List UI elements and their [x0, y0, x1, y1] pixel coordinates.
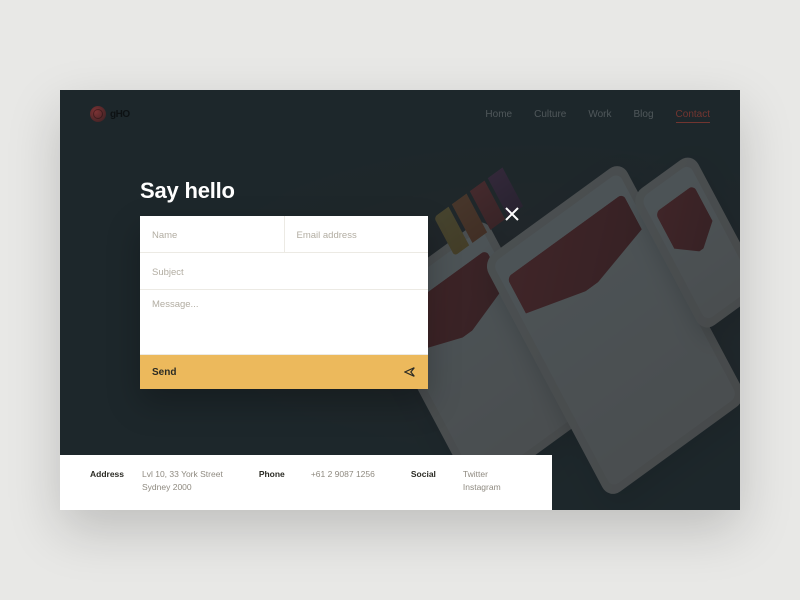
top-nav: gHO Home Culture Work Blog Contact — [60, 106, 740, 122]
footer-phone: Phone +61 2 9087 1256 — [259, 469, 375, 492]
logo-mark-icon — [90, 106, 106, 122]
footer-phone-value[interactable]: +61 2 9087 1256 — [311, 469, 375, 479]
close-button[interactable] — [504, 206, 520, 222]
footer-address-line1: Lvl 10, 33 York Street — [142, 469, 223, 479]
send-icon — [404, 366, 416, 378]
send-button[interactable]: Send — [140, 355, 428, 389]
footer-bar: Address Lvl 10, 33 York Street Sydney 20… — [60, 455, 552, 510]
close-icon — [505, 207, 519, 221]
contact-page: gHO Home Culture Work Blog Contact Say h… — [60, 90, 740, 510]
contact-form: Send — [140, 216, 428, 389]
footer-address-line2: Sydney 2000 — [142, 482, 223, 492]
footer-address-label: Address — [90, 469, 128, 492]
brand-name: gHO — [110, 109, 130, 120]
subject-input[interactable] — [152, 267, 416, 278]
nav-culture[interactable]: Culture — [534, 109, 566, 120]
nav-home[interactable]: Home — [485, 109, 512, 120]
page-title: Say hello — [140, 178, 235, 204]
nav-blog[interactable]: Blog — [634, 109, 654, 120]
footer-social-label: Social — [411, 469, 449, 492]
send-label: Send — [152, 367, 176, 378]
footer-phone-label: Phone — [259, 469, 297, 492]
footer-instagram-link[interactable]: Instagram — [463, 482, 501, 492]
footer-address: Address Lvl 10, 33 York Street Sydney 20… — [90, 469, 223, 492]
brand-logo[interactable]: gHO — [90, 106, 130, 122]
message-input[interactable] — [152, 299, 416, 317]
nav-work[interactable]: Work — [588, 109, 611, 120]
footer-twitter-link[interactable]: Twitter — [463, 469, 501, 479]
nav-items: Home Culture Work Blog Contact — [485, 109, 710, 120]
name-input[interactable] — [152, 230, 272, 241]
footer-social: Social Twitter Instagram — [411, 469, 501, 492]
nav-contact[interactable]: Contact — [676, 109, 710, 120]
email-input[interactable] — [297, 230, 417, 241]
